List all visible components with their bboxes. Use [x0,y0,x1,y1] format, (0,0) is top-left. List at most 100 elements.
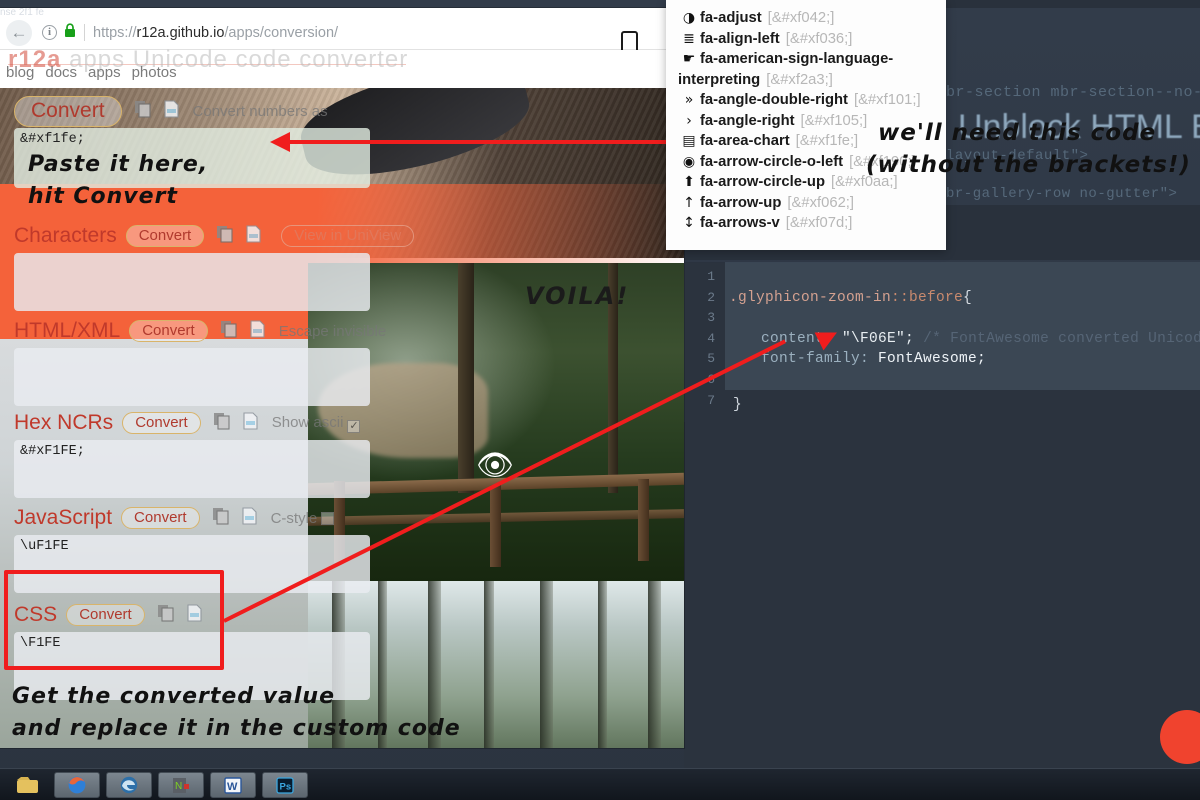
c-style-checkbox[interactable] [321,511,335,525]
convert-button[interactable]: Convert [121,507,200,529]
nav-item-docs[interactable]: docs [45,64,77,81]
css-selector: .glyphicon-zoom-in [729,289,892,306]
file-icon[interactable] [250,319,265,343]
fa-list-item[interactable]: » fa-angle-double-right [&#xf101;] [678,90,946,111]
svg-text:W: W [227,781,238,793]
back-arrow-icon[interactable]: ← [6,19,32,46]
copy-icon[interactable] [216,225,234,248]
annotation-need-line1: we'll need this code [878,120,1157,146]
file-icon[interactable] [163,99,179,123]
fa-arrow-up-icon: ↑ [683,194,695,211]
row-hint-label: C-style [270,509,318,527]
hexncrs-value: &#xF1FE; [20,444,85,459]
fa-angle-right-icon: › [686,112,692,129]
editor-code-body[interactable]: .glyphicon-zoom-in::before{ content: "\F… [725,262,1200,390]
show-ascii-checkbox[interactable]: ✓ [347,419,361,433]
info-icon[interactable]: i [42,25,57,40]
file-icon[interactable] [246,224,261,248]
row-label: HTML/XML [14,319,121,342]
fa-item-name: fa-arrow-up [700,194,782,211]
copy-icon[interactable] [134,100,152,123]
taskbar-button-word[interactable]: W [210,771,256,798]
css-comment: /* FontAwesome converted Unicode [923,330,1200,347]
row-hint: C-style [271,510,335,527]
row-header: JavaScript Convert C-style [0,503,684,533]
copy-icon[interactable] [212,507,230,530]
nav-item-apps[interactable]: apps [88,64,121,81]
copy-icon[interactable] [213,412,231,435]
row-hint: Escape invisible [278,322,387,340]
url-prefix: https:// [93,24,137,41]
fa-list-item[interactable]: ◑ fa-adjust [&#xf042;] [678,8,946,29]
convert-button[interactable]: Convert [125,225,205,247]
browser-toolbar: ← i https://r12a.github.io/apps/conversi… [0,16,684,50]
nav-item-blog[interactable]: blog [6,64,34,81]
annotation-paste-line1: Paste it here, [28,152,209,177]
annotation-voila: VOILA! [525,282,630,310]
file-icon[interactable] [243,411,258,435]
taskbar-button-photoshop[interactable]: Ps [262,771,308,798]
code-editor-pane[interactable]: 1 2 3 4 5 6 7 .glyphicon-zoom-in::before… [685,262,1200,422]
htmlxml-textarea[interactable] [14,348,370,406]
fa-arrow-circle-up-icon: ⬆ [683,174,695,190]
row-hint: Convert numbers as [192,102,328,120]
css-val-content: "\F06E"; [842,330,915,347]
fa-item-name: fa-area-chart [700,133,790,149]
converter-row-hexncrs: Hex NCRs Convert Show ascii ✓ &#xF1FE; [0,408,684,498]
javascript-value: \uF1FE [20,539,69,554]
bg-strip-bottom [684,422,1200,768]
hexncrs-textarea[interactable]: &#xF1FE; [14,440,370,498]
fa-item-name: fa-align-left [700,30,780,47]
fa-item-code: [&#xf036;] [785,30,853,47]
convert-button[interactable]: Convert [122,412,201,434]
marker-box-css-row [4,570,224,670]
fa-item-code-highlighted: [&#xf1fe;] [795,133,859,149]
fa-list-item[interactable]: ☛ fa-american-sign-language-interpreting[… [678,49,946,90]
taskbar-button-notepadplus[interactable]: N [158,771,204,798]
taskbar-button-firefox[interactable] [54,771,100,798]
row-label: Hex NCRs [14,411,114,434]
row-label: Characters [14,224,117,247]
annotation-need-line2: (without the brackets!) [866,152,1191,178]
characters-textarea[interactable] [14,253,370,311]
css-open-brace: { [963,289,973,306]
fa-item-code: [&#xf07d;] [785,215,853,231]
fa-adjust-icon: ◑ [682,10,696,26]
fa-item-code: [&#xf042;] [767,10,835,26]
convert-button[interactable]: Convert [129,320,208,342]
lock-icon [64,22,76,43]
fa-list-item[interactable]: ≣ fa-align-left [&#xf036;] [678,29,946,50]
taskbar-button-edge[interactable] [106,771,152,798]
url-path: /apps/conversion/ [224,24,339,41]
fa-item-name: fa-arrow-circle-up [700,174,825,190]
start-icon[interactable] [8,772,48,798]
convert-button[interactable]: Convert [14,95,122,127]
css-val-font: FontAwesome; [878,351,987,368]
fa-arrow-circle-o-left-icon: ◉ [682,153,696,170]
svg-text:Ps: Ps [280,781,292,792]
fa-list-item[interactable]: ↕ fa-arrows-v [&#xf07d;] [678,213,946,234]
nav-item-photos[interactable]: photos [132,64,177,81]
code-line-content: content: "\F06E"; /* FontAwesome convert… [725,331,1200,352]
fa-area-chart-icon: ▤ [682,133,696,149]
copy-icon[interactable] [220,320,238,343]
annotation-bottom-line2: and replace it in the custom code [12,716,461,741]
fa-american-sign-language-interpreting-icon: ☛ [682,51,696,67]
row-hint: Show ascii ✓ [272,414,361,433]
code-line-blank2 [725,310,1200,331]
fa-list-item[interactable]: ↑ fa-arrow-up [&#xf062;] [678,193,946,214]
file-icon[interactable] [242,506,257,530]
url-host: r12a.github.io [136,24,225,41]
line-number: 7 [707,392,715,408]
fa-item-code: [&#xf105;] [800,112,868,129]
fa-item-name: fa-adjust [700,10,762,26]
row-hint-label: Show ascii [271,413,344,431]
code-close-brace: } [733,397,743,413]
address-bar[interactable]: https://r12a.github.io/apps/conversion/ [93,25,338,41]
view-in-uniview-button[interactable]: View in UniView [281,225,415,247]
taskbar: N W Ps [0,768,1200,800]
fa-item-name: fa-angle-right [700,112,795,129]
css-pseudo: ::before [891,289,964,306]
line-number: 1 [707,269,715,284]
bg-code-line-3: br-gallery-row no-gutter"> [946,186,1178,202]
